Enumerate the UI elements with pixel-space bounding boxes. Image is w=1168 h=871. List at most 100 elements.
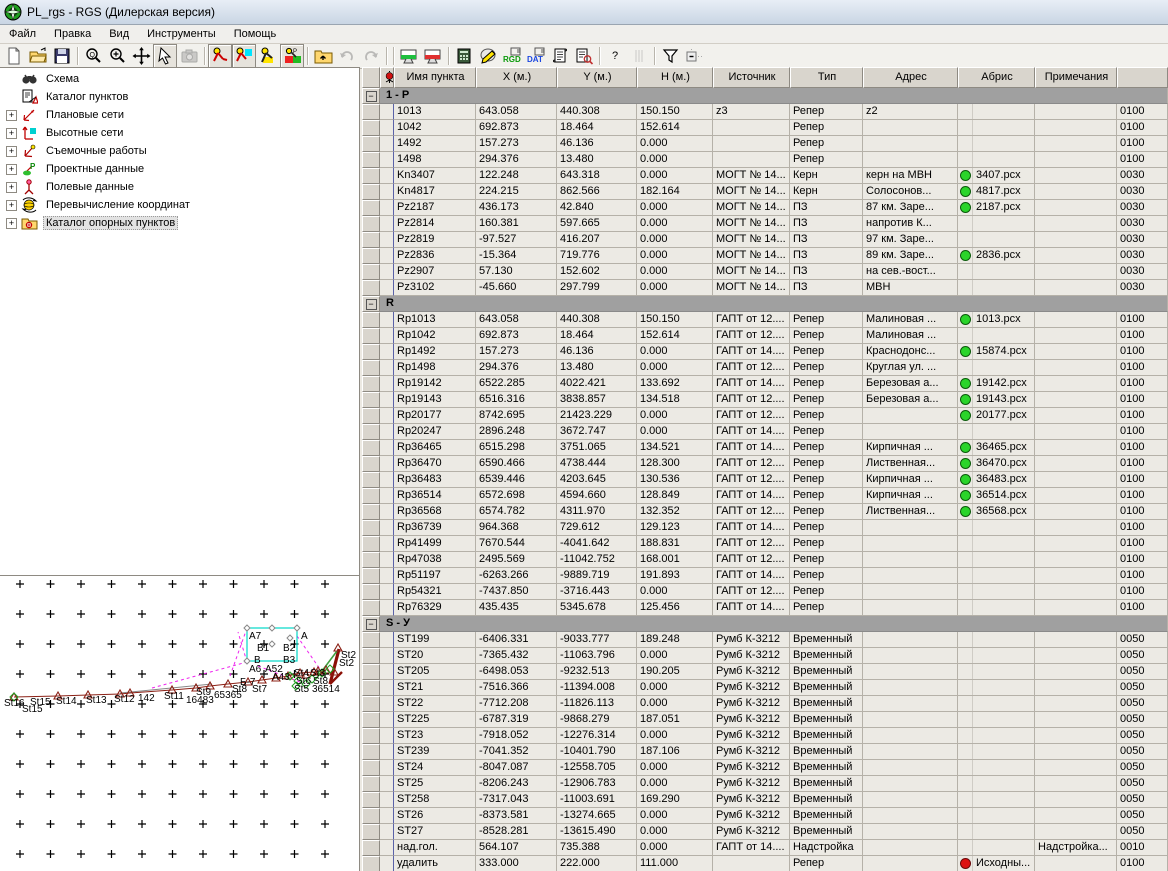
cell-y[interactable]: 643.318 — [557, 168, 637, 184]
cell-y[interactable]: -9868.279 — [557, 712, 637, 728]
cell-abris[interactable] — [958, 840, 1035, 856]
cell-code[interactable]: 0030 — [1117, 168, 1168, 184]
cell-x[interactable]: -7437.850 — [476, 584, 557, 600]
cell-abris[interactable] — [958, 728, 1035, 744]
cell-note[interactable] — [1035, 376, 1117, 392]
cell-type[interactable]: Временный — [790, 632, 863, 648]
cell-x[interactable]: -6787.319 — [476, 712, 557, 728]
cell-h[interactable]: 0.000 — [637, 200, 713, 216]
cell-x[interactable]: 564.107 — [476, 840, 557, 856]
cell-x[interactable]: 157.273 — [476, 136, 557, 152]
cell-h[interactable]: 0.000 — [637, 584, 713, 600]
cell-addr[interactable]: Кирпичная ... — [863, 488, 958, 504]
cell-abris[interactable]: 36483.pcx — [958, 472, 1035, 488]
row-pin-cell[interactable] — [380, 424, 394, 440]
cell-y[interactable]: -11063.796 — [557, 648, 637, 664]
cell-addr[interactable]: z2 — [863, 104, 958, 120]
save-icon[interactable] — [50, 44, 74, 68]
cell-abris[interactable]: 2187.pcx — [958, 200, 1035, 216]
row-pin-cell[interactable] — [380, 776, 394, 792]
cell-abris[interactable]: 19143.pcx — [958, 392, 1035, 408]
cell-name[interactable]: Rp19143 — [394, 392, 476, 408]
cell-name[interactable]: Rp41499 — [394, 536, 476, 552]
cell-note[interactable] — [1035, 120, 1117, 136]
tree-expand-icon[interactable]: + — [6, 146, 17, 157]
cell-y[interactable]: -3716.443 — [557, 584, 637, 600]
row-pin-cell[interactable] — [380, 840, 394, 856]
cell-h[interactable]: 0.000 — [637, 728, 713, 744]
cell-type[interactable]: Репер — [790, 312, 863, 328]
cell-name[interactable]: ST27 — [394, 824, 476, 840]
cell-type[interactable]: Репер — [790, 392, 863, 408]
cell-addr[interactable]: Малиновая ... — [863, 312, 958, 328]
cell-addr[interactable] — [863, 856, 958, 871]
row-selector[interactable] — [362, 216, 380, 232]
cell-type[interactable]: Репер — [790, 504, 863, 520]
cell-src[interactable]: МОГТ № 14... — [713, 232, 790, 248]
cell-y[interactable]: 729.612 — [557, 520, 637, 536]
cell-h[interactable]: 0.000 — [637, 696, 713, 712]
row-pin-cell[interactable] — [380, 248, 394, 264]
cell-addr[interactable]: Березовая а... — [863, 392, 958, 408]
cell-x[interactable]: -7516.366 — [476, 680, 557, 696]
row-pin-cell[interactable] — [380, 760, 394, 776]
cell-addr[interactable]: Круглая ул. ... — [863, 360, 958, 376]
cell-code[interactable]: 0050 — [1117, 696, 1168, 712]
cell-y[interactable]: 416.207 — [557, 232, 637, 248]
cell-code[interactable]: 0100 — [1117, 312, 1168, 328]
cell-src[interactable]: ГАПТ от 14.... — [713, 840, 790, 856]
cell-note[interactable] — [1035, 712, 1117, 728]
cell-type[interactable]: ПЗ — [790, 232, 863, 248]
cell-src[interactable]: z3 — [713, 104, 790, 120]
cell-h[interactable]: 168.001 — [637, 552, 713, 568]
cell-name[interactable]: Pz3102 — [394, 280, 476, 296]
cell-code[interactable]: 0030 — [1117, 232, 1168, 248]
cell-abris[interactable] — [958, 664, 1035, 680]
cell-name[interactable]: Rp19142 — [394, 376, 476, 392]
row-pin-cell[interactable] — [380, 360, 394, 376]
cell-name[interactable]: ST22 — [394, 696, 476, 712]
cell-type[interactable]: Репер — [790, 408, 863, 424]
row-selector[interactable] — [362, 552, 380, 568]
cell-type[interactable]: Репер — [790, 344, 863, 360]
cell-note[interactable] — [1035, 728, 1117, 744]
cell-note[interactable] — [1035, 568, 1117, 584]
cell-src[interactable]: МОГТ № 14... — [713, 168, 790, 184]
cell-note[interactable] — [1035, 392, 1117, 408]
column-header-X (м.)[interactable]: X (м.) — [476, 67, 557, 88]
row-selector[interactable] — [362, 744, 380, 760]
row-selector[interactable] — [362, 696, 380, 712]
cell-code[interactable]: 0030 — [1117, 184, 1168, 200]
cell-type[interactable]: Репер — [790, 440, 863, 456]
cell-x[interactable]: 333.000 — [476, 856, 557, 871]
cell-name[interactable]: ST21 — [394, 680, 476, 696]
cell-note[interactable] — [1035, 184, 1117, 200]
row-pin-cell[interactable] — [380, 440, 394, 456]
cell-note[interactable] — [1035, 280, 1117, 296]
cell-src[interactable]: ГАПТ от 12.... — [713, 552, 790, 568]
cell-abris[interactable] — [958, 424, 1035, 440]
cell-code[interactable]: 0030 — [1117, 248, 1168, 264]
cell-note[interactable] — [1035, 344, 1117, 360]
cell-abris[interactable] — [958, 360, 1035, 376]
cell-h[interactable]: 0.000 — [637, 648, 713, 664]
cell-src[interactable]: Румб К-3212 — [713, 824, 790, 840]
cell-code[interactable]: 0050 — [1117, 632, 1168, 648]
cell-addr[interactable] — [863, 696, 958, 712]
cell-code[interactable]: 0030 — [1117, 200, 1168, 216]
cell-src[interactable]: ГАПТ от 14.... — [713, 424, 790, 440]
cell-addr[interactable]: МВН — [863, 280, 958, 296]
cell-x[interactable]: -8528.281 — [476, 824, 557, 840]
cell-addr[interactable] — [863, 776, 958, 792]
column-header-code[interactable] — [1117, 67, 1168, 88]
row-pin-cell[interactable] — [380, 280, 394, 296]
cell-code[interactable]: 0050 — [1117, 808, 1168, 824]
row-pin-cell[interactable] — [380, 200, 394, 216]
row-pin-cell[interactable] — [380, 568, 394, 584]
new-file-icon[interactable] — [2, 44, 26, 68]
cell-abris[interactable] — [958, 712, 1035, 728]
tree-item-0[interactable]: Схема — [0, 70, 359, 88]
cell-code[interactable]: 0030 — [1117, 280, 1168, 296]
cell-abris[interactable] — [958, 552, 1035, 568]
cell-abris[interactable]: 4817.pcx — [958, 184, 1035, 200]
